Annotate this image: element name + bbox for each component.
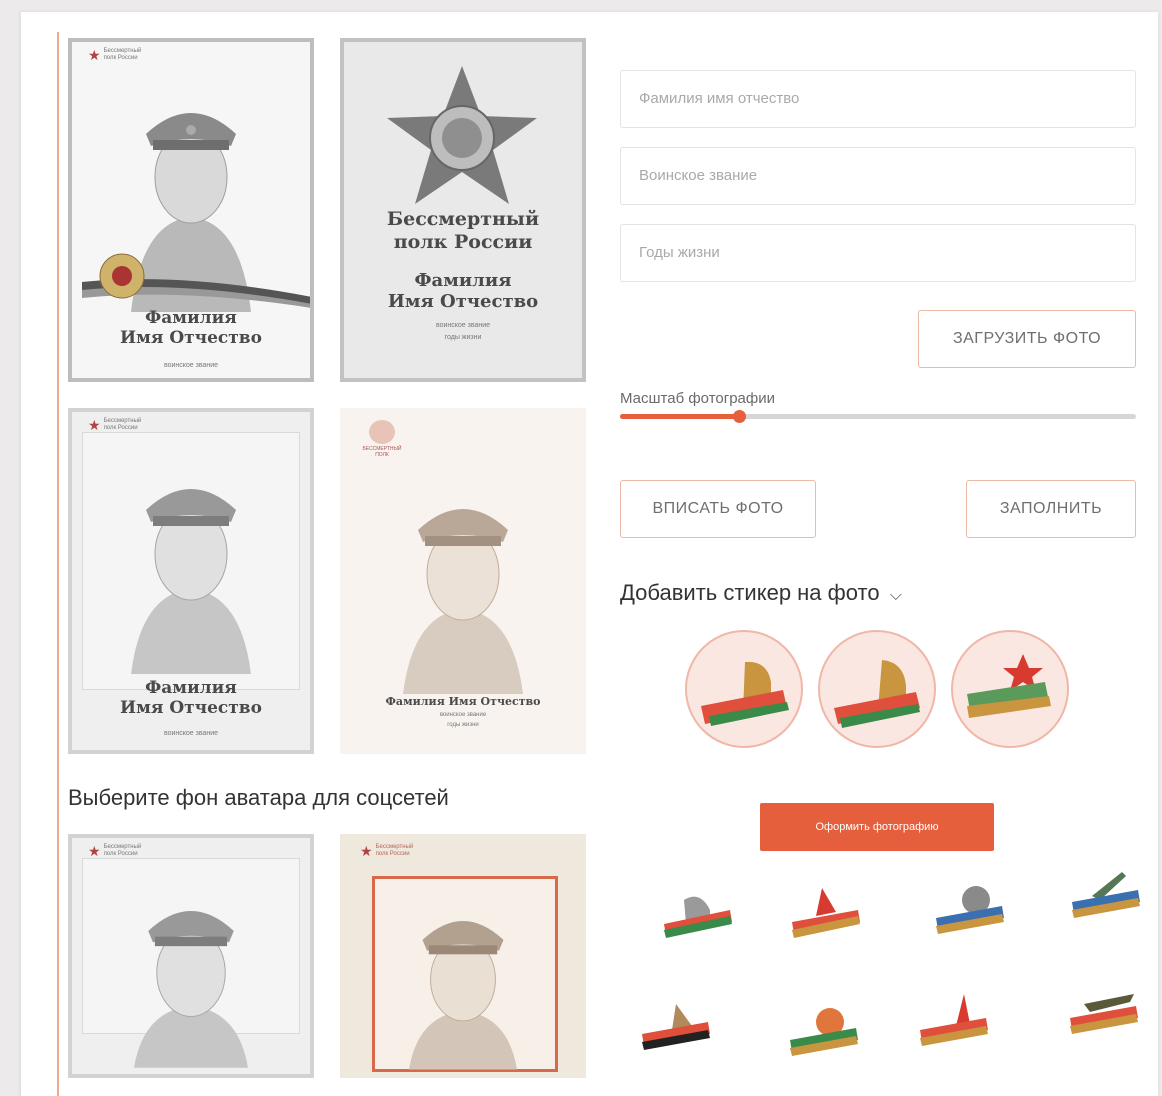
template-name: Фамилия Имя Отчество (120, 308, 262, 348)
ribbon-decoration (82, 253, 310, 308)
scale-slider[interactable] (620, 410, 1136, 423)
scale-slider-thumb[interactable] (732, 410, 746, 423)
full-name-field[interactable]: Фамилия имя отчество (620, 70, 1136, 128)
template-rank: воинское звание (439, 712, 487, 718)
sticker-option-2[interactable] (818, 630, 936, 748)
sticker-ribbon-icon (834, 660, 920, 728)
scale-label: Масштаб фотографии (620, 390, 775, 407)
sticker-option-1[interactable] (685, 630, 803, 748)
avatar-card-2[interactable]: ★ Бессмертный полк России (340, 834, 586, 1078)
flag-icon (369, 420, 395, 444)
soldier-portrait (403, 509, 523, 694)
template-name: Фамилия Имя Отчество (120, 678, 262, 718)
star-icon: ★ (88, 417, 101, 433)
template-rank: воинское звание (163, 362, 219, 369)
template-name: Фамилия Имя Отчество (387, 270, 539, 312)
template-name: Фамилия Имя Отчество (385, 695, 541, 708)
fit-photo-button[interactable]: ВПИСАТЬ ФОТО (620, 480, 816, 538)
template-card-1[interactable]: ★ Бессмертный полк России Фамилия Имя Отчес… (68, 38, 314, 382)
brand-mark: ★ Бессмертный полк России (88, 47, 142, 63)
soldier-portrait (131, 489, 251, 674)
template-rank: воинское звание (435, 322, 491, 329)
mini-sticker-2[interactable] (792, 882, 862, 942)
template-years: годы жизни (444, 334, 482, 341)
star-icon: ★ (360, 843, 373, 859)
brand-mark: БЕССМЕРТНЫЙ ПОЛК (362, 420, 402, 458)
rank-field[interactable]: Воинское звание (620, 147, 1136, 205)
avatar-section-title: Выберите фон аватара для соцсетей (68, 785, 449, 810)
star-icon: ★ (88, 47, 101, 63)
mini-sticker-7[interactable] (920, 990, 990, 1050)
mini-sticker-4[interactable] (1072, 868, 1142, 928)
accent-divider (57, 32, 59, 1096)
star-icon: ★ (88, 843, 101, 859)
template-years: годы жизни (447, 722, 479, 728)
soldier-portrait (409, 921, 517, 1070)
template-card-3[interactable]: ★ Бессмертный полк России Фамилия Имя Отчес… (68, 408, 314, 754)
sticker-toggle[interactable]: Добавить стикер на фото ⌵ (620, 580, 902, 606)
sticker-star-icon (967, 654, 1051, 718)
scale-slider-fill (620, 414, 739, 419)
avatar-card-1[interactable]: ★ Бессмертный полк России (68, 834, 314, 1078)
mini-sticker-8[interactable] (1070, 984, 1140, 1044)
apply-photo-button[interactable]: Оформить фотографию (760, 803, 994, 851)
fill-photo-button[interactable]: ЗАПОЛНИТЬ (966, 480, 1136, 538)
template-rank: воинское звание (163, 730, 219, 737)
brand-mark: ★ Бессмертный полк России (88, 843, 142, 859)
soldier-portrait (134, 911, 248, 1068)
mini-sticker-5[interactable] (642, 996, 712, 1056)
years-field[interactable]: Годы жизни (620, 224, 1136, 282)
sticker-ribbon-icon (701, 661, 789, 726)
template-title: Бессмертный полк России (386, 208, 540, 253)
mini-sticker-3[interactable] (936, 880, 1006, 940)
template-card-2[interactable]: Бессмертный полк России Фамилия Имя Отчест… (340, 38, 586, 382)
mini-sticker-6[interactable] (790, 1000, 860, 1060)
mini-sticker-1[interactable] (664, 880, 734, 940)
order-star-icon (387, 66, 537, 204)
template-card-4[interactable]: БЕССМЕРТНЫЙ ПОЛК Фамилия Имя Отчество во… (340, 408, 586, 754)
upload-photo-button[interactable]: ЗАГРУЗИТЬ ФОТО (918, 310, 1136, 368)
brand-mark: ★ Бессмертный полк России (88, 417, 142, 433)
chevron-down-icon: ⌵ (889, 587, 902, 604)
sticker-title-label: Добавить стикер на фото (620, 580, 880, 605)
sticker-option-3[interactable] (951, 630, 1069, 748)
brand-mark: ★ Бессмертный полк России (360, 843, 414, 859)
